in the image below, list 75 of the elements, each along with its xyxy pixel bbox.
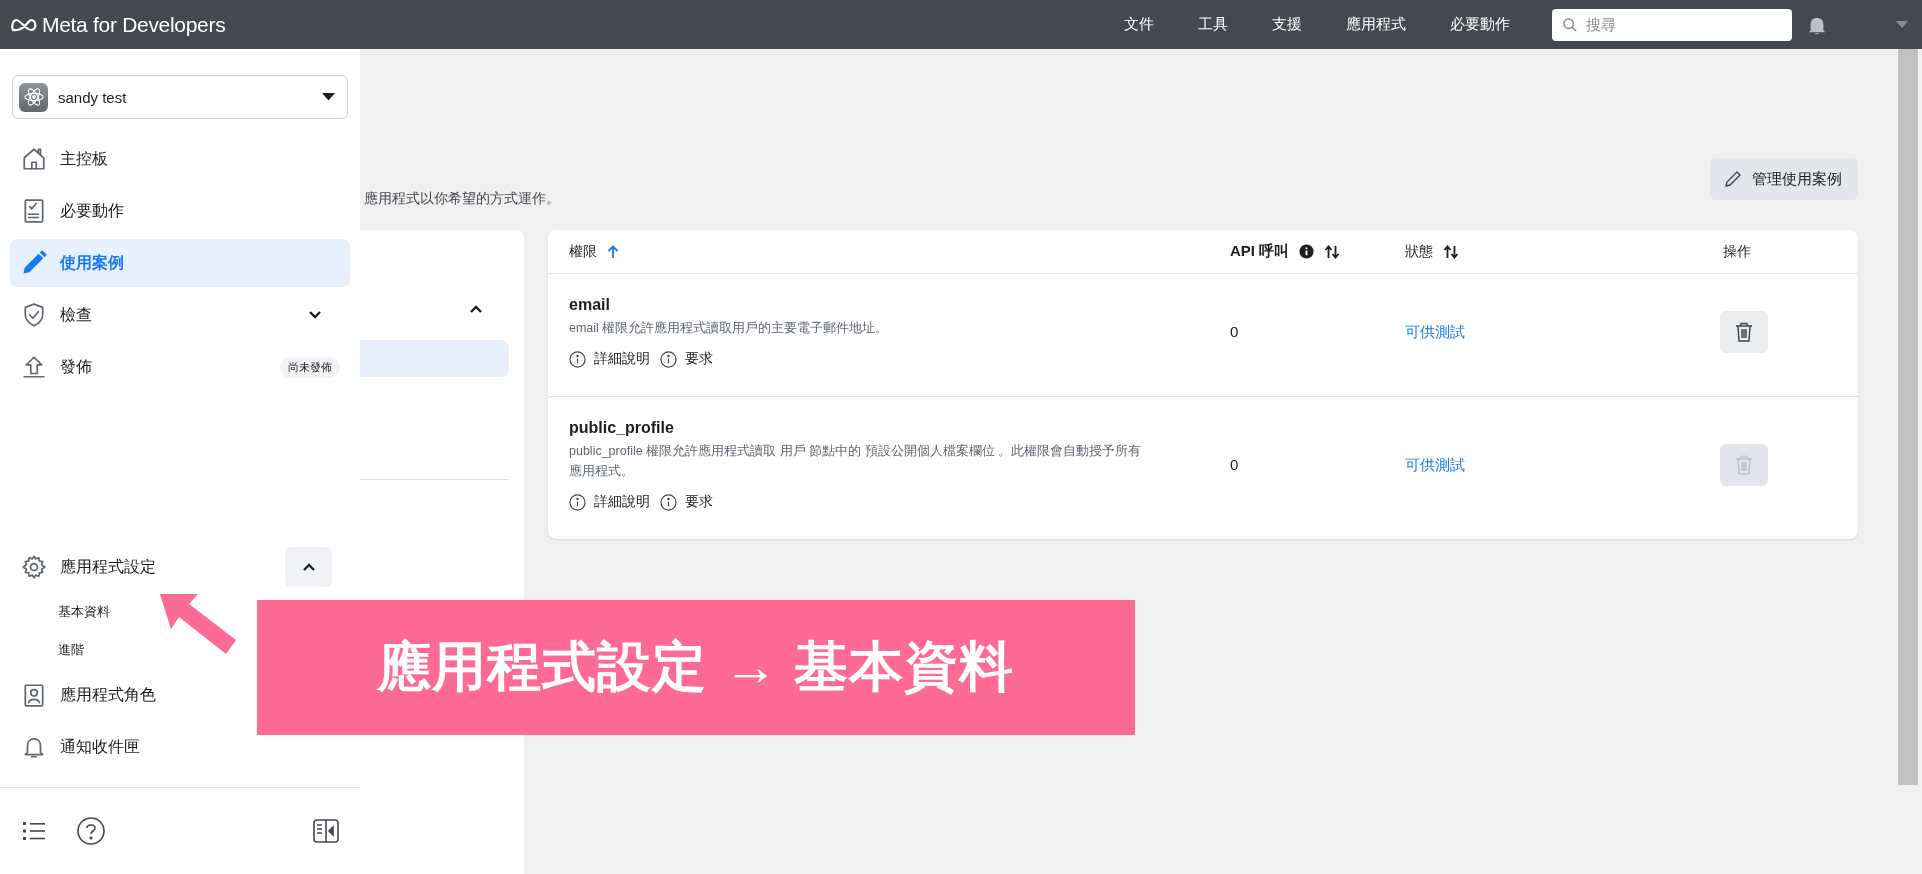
nav-link[interactable]: 支援 [1250,15,1324,34]
sidebar-item-label: 通知收件匣 [60,736,140,757]
sidebar-item[interactable]: 發佈 尚未發佈 [10,343,350,391]
atom-icon [19,82,48,112]
sidebar-item[interactable]: 檢查 [10,291,350,339]
permission-name: public_profile [569,419,675,437]
callout-banner: 應用程式設定 → 基本資料 [257,600,1135,735]
info-icon [569,493,586,511]
sidebar-item-label: 應用程式角色 [60,684,156,705]
sidebar-item-label: 主控板 [60,148,108,169]
status-link[interactable]: 可供測試 [1405,322,1465,340]
sort-icon[interactable] [1324,244,1341,259]
id-card-icon [21,682,47,708]
sidebar-item[interactable]: 主控板 [10,135,122,183]
status-badge: 尚未發佈 [280,356,340,378]
sidebar-item[interactable]: 應用程式設定 [10,541,350,593]
trash-icon [1735,322,1753,342]
sidebar-item-label: 使用案例 [60,252,124,273]
column-header: 狀態 [1405,242,1433,261]
sidebar-item-label: 必要動作 [60,200,124,221]
sidebar-subitem[interactable]: 進階 [58,631,84,669]
column-header: API 呼叫 [1229,242,1290,261]
status-link[interactable]: 可供測試 [1405,455,1465,473]
sidebar-item[interactable]: 使用案例 [10,239,350,287]
manage-use-cases-button[interactable]: 管理使用案例 [1710,158,1858,200]
nav-link[interactable]: 文件 [1102,15,1176,34]
scrollbar-thumb[interactable] [1898,49,1918,785]
gear-icon [21,554,47,580]
chevron-up-icon [301,562,316,572]
caret-down-icon [322,93,335,101]
api-call-count: 0 [1229,323,1239,340]
nav-link[interactable]: 必要動作 [1428,15,1532,34]
checklist-icon [21,198,47,224]
sort-arrow-up-icon[interactable] [607,244,619,259]
permission-description: email 權限允許應用程式讀取用戶的主要電子郵件地址。 [569,320,890,337]
list-icon[interactable] [22,820,46,842]
logo-text[interactable]: Meta for Developers [42,12,226,37]
nav-link[interactable]: 應用程式 [1324,15,1428,34]
info-icon [569,350,586,368]
chevron-up-icon[interactable] [469,304,483,314]
info-link[interactable]: 要求 [660,493,713,511]
nav-link[interactable]: 工具 [1176,15,1250,34]
sidebar-item-label: 發佈 [60,356,92,377]
delete-button[interactable] [1720,311,1768,353]
info-link[interactable]: 詳細說明 [569,493,650,511]
sort-icon[interactable] [1443,244,1459,259]
info-link[interactable]: 詳細說明 [569,350,650,368]
help-icon[interactable] [76,816,106,846]
permission-description: public_profile 權限允許應用程式讀取 用戶 節點中的 預設公開個人檔案欄位 。此權限會自動授予所有應用程式。 [569,443,1143,480]
permission-name: email [569,296,611,314]
sidebar-item[interactable]: 必要動作 [10,187,138,235]
sidebar-item[interactable]: 應用程式角色 [10,669,170,721]
sidebar-item[interactable]: 通知收件匣 [10,721,154,773]
upload-icon [21,354,47,380]
app-name: sandy test [58,88,127,106]
caret-down-icon[interactable] [1896,20,1908,29]
search-field[interactable]: 搜尋 [1552,8,1792,41]
sidebar-subitem[interactable]: 基本資料 [58,593,110,631]
panel-toggle-icon[interactable] [312,817,340,845]
info-icon [660,493,677,511]
pencil-icon [1724,170,1742,188]
sidebar-item-label: 應用程式設定 [60,556,156,577]
column-header: 權限 [569,242,597,261]
sidebar-item-label: 檢查 [60,304,92,325]
trash-icon [1735,455,1753,475]
shield-check-icon [21,302,47,328]
page-description: 應用程式以你希望的方式運作。 [364,190,560,208]
info-link[interactable]: 要求 [660,350,713,368]
info-icon [660,350,677,368]
column-header: 操作 [1723,242,1751,261]
app-selector[interactable]: sandy test [12,75,348,119]
house-icon [21,146,47,172]
chevron-down-icon [308,310,322,320]
api-call-count: 0 [1229,456,1239,473]
infinity-logo-icon [10,16,38,33]
